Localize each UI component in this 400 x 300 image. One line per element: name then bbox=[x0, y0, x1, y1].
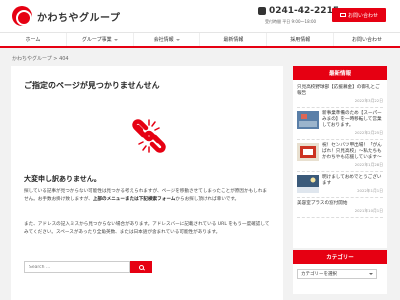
search-input[interactable] bbox=[24, 261, 130, 273]
broken-link-icon bbox=[132, 119, 166, 153]
news-item[interactable]: 祝！センバツ甲出場！「がんばれ！只見高校」〜私たちもかわちやも応援しています〜 2… bbox=[297, 140, 383, 172]
global-nav: ホーム グループ事業 会社情報 最新情報 採用情報 お問い合わせ bbox=[0, 32, 400, 48]
news-heading: 最新情報 bbox=[293, 66, 387, 80]
business-hours: 受付時間 平日 9:00〜18:00 bbox=[265, 19, 317, 24]
search-form bbox=[24, 261, 152, 273]
news-item[interactable]: 美容室プラスの窓付開始 2021年10月1日 bbox=[297, 198, 383, 218]
search-icon bbox=[138, 264, 144, 270]
site-logo[interactable]: かわちやグループ bbox=[12, 6, 120, 26]
phone-number[interactable]: 0241-42-2215 bbox=[258, 6, 339, 16]
contact-button[interactable]: お問い合わせ bbox=[332, 8, 386, 22]
site-header: かわちやグループ 0241-42-2215 受付時間 平日 9:00〜18:00… bbox=[0, 0, 400, 32]
chevron-down-icon bbox=[175, 38, 180, 41]
breadcrumb[interactable]: かわちやグループ > 404 bbox=[12, 55, 69, 62]
logo-icon bbox=[12, 6, 32, 26]
page-title: ご指定のページが見つかりませんせん bbox=[24, 81, 160, 90]
logo-text: かわちやグループ bbox=[37, 12, 121, 24]
sidebar: 最新情報 只見高校野球部【応援募金】の御礼とご報告 2022年3月22日 新事業… bbox=[293, 66, 387, 300]
phone-text: 0241-42-2215 bbox=[269, 6, 340, 16]
news-item[interactable]: 新事業準備のため【スーパーみまの】を一時移転して営業しております。 2022年2月… bbox=[297, 108, 383, 140]
nav-item-contact[interactable]: お問い合わせ bbox=[334, 33, 400, 46]
phone-icon bbox=[258, 7, 266, 15]
chevron-down-icon bbox=[113, 38, 118, 41]
category-box: カテゴリーを選択 bbox=[293, 264, 387, 294]
nav-item-home[interactable]: ホーム bbox=[0, 33, 67, 46]
news-thumbnail bbox=[297, 175, 319, 193]
nav-item-company[interactable]: 会社情報 bbox=[134, 33, 201, 46]
search-button[interactable] bbox=[130, 261, 152, 273]
contact-button-label: お問い合わせ bbox=[347, 12, 378, 19]
sorry-heading: 大変申し訳ありません。 bbox=[24, 175, 101, 183]
news-thumbnail bbox=[297, 143, 319, 161]
chevron-down-icon bbox=[369, 273, 373, 275]
category-select[interactable]: カテゴリーを選択 bbox=[297, 269, 377, 279]
news-list: 只見高校野球部【応援募金】の御礼とご報告 2022年3月22日 新事業準備のため… bbox=[293, 80, 387, 248]
explanation-paragraph: 探している記事が見つからない可能性は見つかる考えられますが、ページを移動させてし… bbox=[24, 189, 267, 202]
news-item[interactable]: 只見高校野球部【応援募金】の御礼とご報告 2022年3月22日 bbox=[297, 82, 383, 108]
news-thumbnail bbox=[297, 111, 319, 129]
nav-item-group-business[interactable]: グループ事業 bbox=[67, 33, 134, 46]
category-heading: カテゴリー bbox=[293, 250, 387, 264]
main-content: ご指定のページが見つかりませんせん 大変申し訳ありません。 探している記事が見つ… bbox=[11, 66, 283, 300]
nav-item-news[interactable]: 最新情報 bbox=[200, 33, 268, 46]
url-check-paragraph: また、アドレスの記入ミスから見つからない場合があります。アドレスバーに記載されて… bbox=[24, 222, 270, 235]
nav-item-recruit[interactable]: 採用情報 bbox=[267, 33, 335, 46]
mail-icon bbox=[339, 13, 346, 17]
news-item[interactable]: 明けましておめでとうございます 2022年1月1日 bbox=[297, 172, 383, 198]
